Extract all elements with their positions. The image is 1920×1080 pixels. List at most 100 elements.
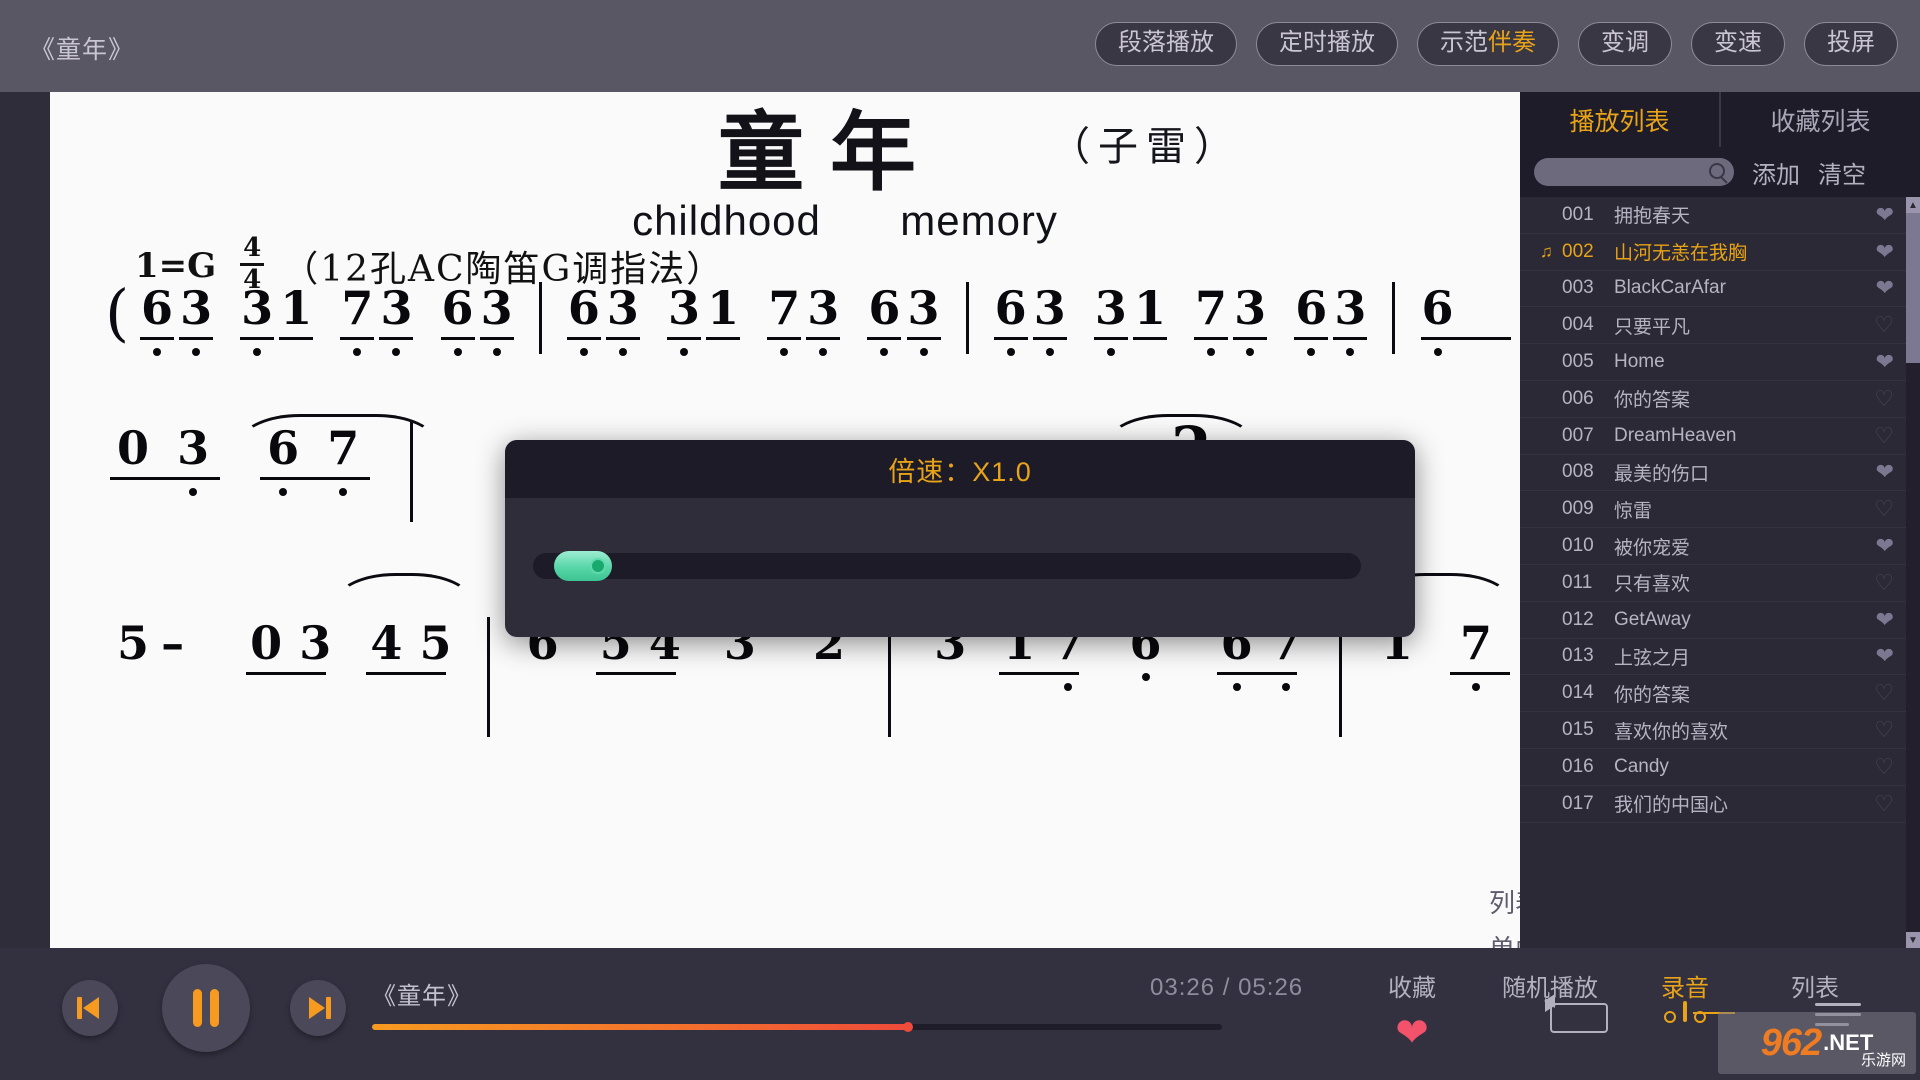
playlist-toggle-button[interactable]: 列表 [1755, 968, 1875, 1026]
scroll-up-arrow-icon[interactable]: ▲ [1906, 197, 1920, 213]
list-item[interactable]: 011 只有喜欢 ♡ [1520, 565, 1920, 602]
score-author: （子雷） [1050, 124, 1242, 170]
demo-label: 示范 [1440, 29, 1488, 56]
track-name: 惊雷 [1614, 500, 1653, 522]
time-signature-numerator: 4 [243, 233, 262, 263]
jianpu-note: 3 [806, 282, 841, 356]
list-item[interactable]: ♫ 002 山河无恙在我胸 ❤ [1520, 234, 1920, 271]
list-item[interactable]: 015 喜欢你的喜欢 ♡ [1520, 712, 1920, 749]
jianpu-note: 6 [1420, 282, 1511, 356]
track-index: 002 [1562, 240, 1594, 262]
scrollbar-thumb[interactable] [1906, 213, 1920, 363]
favorite-button[interactable]: 收藏 ❤ [1352, 968, 1472, 1053]
list-item[interactable]: 009 惊雷 ♡ [1520, 491, 1920, 529]
jianpu-note: 5 [419, 616, 452, 670]
shuffle-button[interactable]: 随机播放 [1490, 968, 1610, 1033]
timed-play-button[interactable]: 定时播放 [1256, 22, 1398, 66]
pause-button[interactable] [162, 964, 250, 1052]
list-item[interactable]: 016 Candy ♡ [1520, 749, 1920, 786]
heart-filled-icon[interactable]: ❤ [1876, 645, 1894, 667]
clear-button[interactable]: 清空 [1818, 155, 1866, 190]
add-button[interactable]: 添加 [1752, 155, 1800, 190]
track-name: BlackCarAfar [1614, 277, 1726, 299]
jianpu-barline [538, 282, 542, 354]
list-item[interactable]: 001 拥抱春天 ❤ [1520, 197, 1920, 234]
heart-filled-icon[interactable]: ❤ [1876, 203, 1894, 226]
list-item[interactable]: 003 BlackCarAfar ❤ [1520, 271, 1920, 308]
list-item[interactable]: 014 你的答案 ♡ [1520, 675, 1920, 713]
playlist-items[interactable]: 001 拥抱春天 ❤ ♫ 002 山河无恙在我胸 ❤ 003 BlackCarAfar ❤ 004 只… [1520, 197, 1920, 948]
list-item[interactable]: 008 最美的伤口 ❤ [1520, 455, 1920, 492]
heart-outline-icon[interactable]: ♡ [1874, 755, 1894, 778]
list-item[interactable]: 004 只要平凡 ♡ [1520, 307, 1920, 345]
playlist-scrollbar[interactable]: ▲ ▼ [1906, 197, 1920, 948]
jianpu-note: 3 [179, 282, 214, 356]
track-index: 011 [1562, 571, 1593, 593]
speed-slider-track[interactable] [533, 551, 1361, 581]
previous-icon [77, 997, 103, 1019]
heart-filled-icon[interactable]: ❤ [1876, 351, 1894, 373]
speed-dialog[interactable]: 倍速：X1.0 [505, 440, 1415, 637]
progress-knob[interactable] [902, 1022, 913, 1032]
track-index: 012 [1562, 608, 1594, 630]
heart-outline-icon[interactable]: ♡ [1874, 424, 1894, 447]
heart-outline-icon[interactable]: ♡ [1874, 792, 1894, 815]
list-item[interactable]: 012 GetAway ❤ [1520, 602, 1920, 639]
score-title: 童年 [718, 102, 942, 203]
search-input[interactable] [1534, 158, 1734, 186]
list-item[interactable]: 005 Home ❤ [1520, 344, 1920, 381]
heart-icon: ❤ [1395, 1011, 1429, 1055]
track-name: 你的答案 [1614, 684, 1691, 706]
list-item[interactable]: 013 上弦之月 ❤ [1520, 639, 1920, 676]
jianpu-note: 7 [767, 282, 802, 356]
tab-playlist[interactable]: 播放列表 [1520, 92, 1719, 147]
top-toolbar: 《童年》 段落播放 定时播放 示范伴奏 变调 变速 投屏 [0, 0, 1920, 92]
track-index: 008 [1562, 461, 1594, 483]
track-index: 014 [1562, 682, 1594, 704]
heart-filled-icon[interactable]: ❤ [1876, 277, 1894, 299]
current-time: 03:26 [1150, 974, 1216, 1001]
speed-slider-thumb[interactable] [553, 551, 612, 581]
prev-track-button[interactable] [62, 980, 118, 1036]
jianpu-note: 6 [440, 282, 475, 356]
scroll-down-arrow-icon[interactable]: ▼ [1906, 932, 1920, 948]
speed-button[interactable]: 变速 [1691, 22, 1785, 66]
total-time: 05:26 [1238, 974, 1304, 1001]
track-name: 喜欢你的喜欢 [1614, 721, 1729, 743]
pause-icon [191, 989, 221, 1027]
heart-filled-icon[interactable]: ❤ [1876, 608, 1894, 631]
next-track-button[interactable] [290, 980, 346, 1036]
transpose-button[interactable]: 变调 [1578, 22, 1672, 66]
section-play-button[interactable]: 段落播放 [1095, 22, 1237, 66]
track-index: 004 [1562, 314, 1594, 336]
heart-filled-icon[interactable]: ❤ [1876, 240, 1894, 263]
app-root: 童年 （子雷） childhood memory 1=G 4 4 （12孔AC陶… [0, 0, 1920, 1080]
heart-filled-icon[interactable]: ❤ [1876, 461, 1894, 483]
jianpu-note: 4 [366, 617, 447, 675]
track-index: 005 [1562, 351, 1594, 373]
heart-outline-icon[interactable]: ♡ [1874, 719, 1894, 741]
heart-outline-icon[interactable]: ♡ [1874, 314, 1894, 336]
jianpu-note: 1 [706, 282, 741, 340]
cast-button[interactable]: 投屏 [1804, 22, 1898, 66]
heart-outline-icon[interactable]: ♡ [1874, 498, 1894, 520]
track-name: GetAway [1614, 608, 1691, 630]
heart-outline-icon[interactable]: ♡ [1874, 682, 1894, 704]
track-index: 007 [1562, 424, 1594, 446]
heart-outline-icon[interactable]: ♡ [1874, 571, 1894, 594]
jianpu-note: 7 [1194, 282, 1229, 356]
tab-favorites[interactable]: 收藏列表 [1719, 92, 1920, 147]
track-name: 最美的伤口 [1614, 463, 1710, 485]
playlist-search-box[interactable] [1534, 158, 1734, 186]
list-item[interactable]: 007 DreamHeaven ♡ [1520, 418, 1920, 455]
search-icon[interactable] [1709, 163, 1725, 179]
list-item[interactable]: 010 被你宠爱 ❤ [1520, 528, 1920, 565]
demo-accompaniment-button[interactable]: 示范伴奏 [1417, 22, 1559, 66]
track-name: Candy [1614, 755, 1669, 777]
list-item[interactable]: 006 你的答案 ♡ [1520, 381, 1920, 418]
heart-outline-icon[interactable]: ♡ [1874, 387, 1894, 410]
progress-bar[interactable] [372, 1022, 1222, 1032]
list-item[interactable]: 017 我们的中国心 ♡ [1520, 786, 1920, 823]
watermark-cn: 乐游网 [1860, 1052, 1906, 1069]
heart-filled-icon[interactable]: ❤ [1876, 535, 1894, 557]
